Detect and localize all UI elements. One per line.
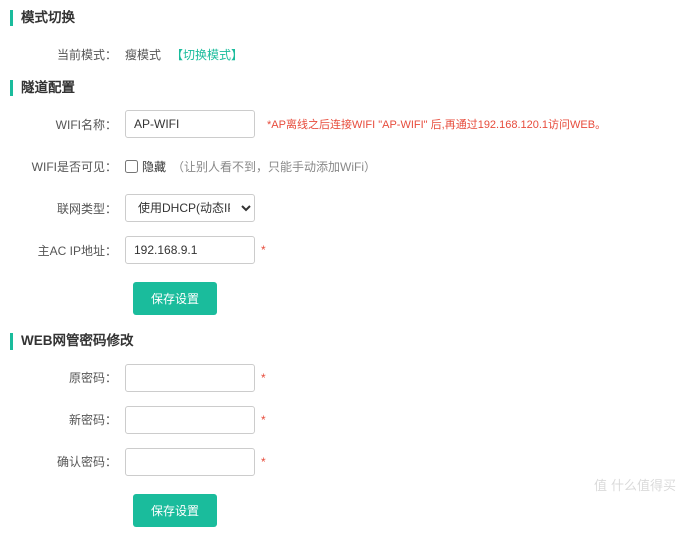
required-star: * [261,413,266,427]
network-type-label: 联网类型： [10,200,125,217]
required-star: * [261,455,266,469]
new-pwd-row: 新密码： * [10,406,674,434]
new-pwd-label: 新密码： [10,411,125,428]
new-pwd-input[interactable] [125,406,255,434]
switch-mode-link[interactable]: 【切换模式】 [171,46,243,63]
wifi-name-input[interactable] [125,110,255,138]
tunnel-config-section: 隧道配置 WIFI名称： *AP离线之后连接WIFI "AP-WIFI" 后,再… [10,80,674,329]
wifi-hidden-checkbox[interactable] [125,160,138,173]
original-pwd-label: 原密码： [10,369,125,386]
password-save-button[interactable]: 保存设置 [133,494,217,527]
ac-ip-row: 主AC IP地址： * [10,236,674,264]
required-star: * [261,243,266,257]
confirm-pwd-row: 确认密码： * [10,448,674,476]
wifi-visible-label: WIFI是否可见： [10,158,125,175]
required-star: * [261,371,266,385]
ac-ip-input[interactable] [125,236,255,264]
confirm-pwd-label: 确认密码： [10,453,125,470]
wifi-visible-row: WIFI是否可见： 隐藏 （让别人看不到，只能手动添加WiFi） [10,152,674,180]
tunnel-config-title: 隧道配置 [10,80,674,96]
original-pwd-input[interactable] [125,364,255,392]
wifi-hidden-hint: （让别人看不到，只能手动添加WiFi） [172,158,376,175]
current-mode-value: 瘦模式 [125,46,161,63]
mode-switch-title: 模式切换 [10,10,674,26]
original-pwd-row: 原密码： * [10,364,674,392]
wifi-name-hint: *AP离线之后连接WIFI "AP-WIFI" 后,再通过192.168.120… [267,116,606,132]
mode-switch-section: 模式切换 当前模式： 瘦模式 【切换模式】 [10,10,674,68]
ac-ip-label: 主AC IP地址： [10,242,125,259]
tunnel-save-button[interactable]: 保存设置 [133,282,217,315]
current-mode-label: 当前模式： [10,46,125,63]
wifi-hidden-checkbox-label: 隐藏 [142,158,166,175]
current-mode-row: 当前模式： 瘦模式 【切换模式】 [10,40,674,68]
network-type-select[interactable]: 使用DHCP(动态IP) [125,194,255,222]
network-type-row: 联网类型： 使用DHCP(动态IP) [10,194,674,222]
confirm-pwd-input[interactable] [125,448,255,476]
wifi-name-label: WIFI名称： [10,116,125,133]
password-change-title: WEB网管密码修改 [10,333,674,349]
password-change-section: WEB网管密码修改 原密码： * 新密码： * 确认密码： * 保存设置 [10,333,674,540]
wifi-name-row: WIFI名称： *AP离线之后连接WIFI "AP-WIFI" 后,再通过192… [10,110,674,138]
